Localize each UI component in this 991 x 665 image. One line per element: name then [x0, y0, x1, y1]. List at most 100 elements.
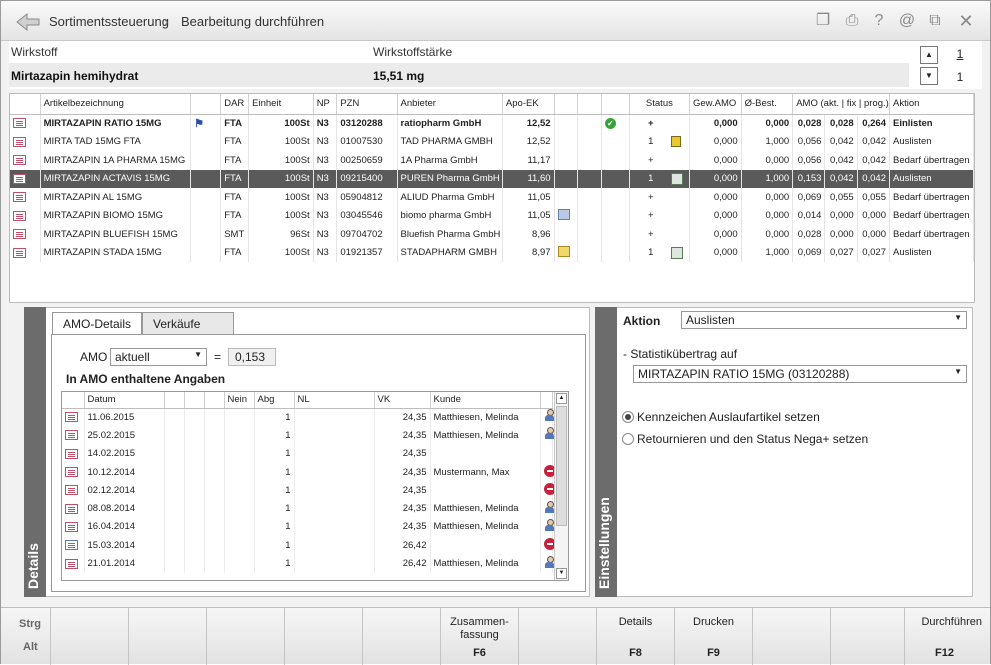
cell-nl: [294, 554, 375, 573]
fkey-f1[interactable]: [51, 608, 129, 665]
cell-abg: 1: [254, 444, 295, 463]
cell-anbieter: ALIUD Pharma GmbH: [397, 188, 503, 207]
cell-extra1: [554, 151, 579, 170]
table-row[interactable]: 25.02.2015 1 24,35 Matthiesen, Melinda: [62, 426, 554, 445]
cell-amo-prog: 0,042: [857, 132, 890, 151]
cell-b: [184, 444, 205, 463]
table-row[interactable]: MIRTAZAPIN 1A PHARMA 15MG FTA 100St N3 00250…: [10, 151, 975, 170]
status-value: +: [648, 210, 654, 222]
scroll-up-icon[interactable]: ▲: [556, 393, 567, 404]
amo-select[interactable]: aktuell ▼: [110, 348, 207, 366]
cell-sale-status: [540, 536, 556, 555]
sales-col-datum[interactable]: Datum: [84, 392, 165, 409]
table-row[interactable]: 15.03.2014 1 26,42: [62, 536, 556, 555]
table-row[interactable]: 21.01.2014 1 26,42 Matthiesen, Melinda: [62, 554, 554, 573]
at-icon[interactable]: @: [897, 11, 917, 31]
cell-apo-ek: 11,60: [502, 169, 555, 188]
radio-retournieren[interactable]: [622, 433, 634, 445]
table-row[interactable]: 11.06.2015 1 24,35 Matthiesen, Melinda: [62, 408, 554, 427]
cell-amo-fix: 0,042: [824, 132, 858, 151]
cell-name: MIRTAZAPIN STADA 15MG: [40, 243, 192, 262]
page-down-button[interactable]: ▼: [920, 67, 938, 85]
cell-name: MIRTAZAPIN BIOMO 15MG: [40, 206, 192, 225]
help-icon[interactable]: ?: [869, 11, 889, 31]
back-arrow-icon[interactable]: [15, 10, 41, 32]
fkey-f10[interactable]: [753, 608, 831, 665]
table-row[interactable]: 02.12.2014 1 24,35: [62, 481, 556, 500]
sales-scrollbar[interactable]: ▲ ▼: [554, 392, 568, 580]
cell-nl: [294, 408, 375, 427]
cell-einheit: 100St: [248, 114, 314, 133]
cell-pzn: 00250659: [336, 151, 398, 170]
cell-extra1: [554, 169, 579, 188]
col-amo[interactable]: AMO (akt. | fix | prog.): [792, 94, 890, 115]
sale-icon-cell: [62, 517, 85, 537]
article-doc-icon: [13, 192, 26, 203]
col-gew-amo[interactable]: Gew.AMO: [689, 94, 742, 115]
cell-c: [204, 499, 225, 518]
cell-name: MIRTAZAPIN 1A PHARMA 15MG: [40, 151, 192, 170]
fkey-f7[interactable]: [519, 608, 597, 665]
col-np[interactable]: NP: [313, 94, 338, 115]
table-row[interactable]: MIRTAZAPIN BLUEFISH 15MG SMT 96St N3 0970470…: [10, 225, 975, 244]
cell-abg: 1: [254, 426, 295, 445]
scroll-down-icon[interactable]: ▼: [556, 568, 567, 579]
col-pzn[interactable]: PZN: [336, 94, 398, 115]
col-anbieter[interactable]: Anbieter: [397, 94, 503, 115]
col-aktion[interactable]: Aktion: [889, 94, 975, 115]
table-row[interactable]: MIRTAZAPIN RATIO 15MG ⚑ FTA 100St N3 03120288…: [10, 114, 975, 133]
cell-extra2: [577, 169, 602, 188]
statistik-select-value: MIRTAZAPIN RATIO 15MG (03120288): [638, 367, 850, 381]
table-row[interactable]: 10.12.2014 1 24,35 Mustermann, Max: [62, 462, 556, 482]
aktion-select[interactable]: Auslisten ▼: [681, 311, 967, 329]
col-einheit[interactable]: Einheit: [248, 94, 314, 115]
staerke-value: 15,51 mg: [373, 69, 425, 83]
fkey-f5[interactable]: [363, 608, 441, 665]
breadcrumb-sortimentssteuerung[interactable]: Sortimentssteuerung: [49, 14, 169, 29]
sales-col-nein[interactable]: Nein: [224, 392, 255, 409]
close-icon[interactable]: ✕: [956, 11, 976, 31]
radio-retournieren-label[interactable]: Retournieren und den Status Nega+ setzen: [637, 432, 868, 446]
fkey-f2[interactable]: [129, 608, 207, 665]
tab-amo-details[interactable]: AMO-Details: [52, 312, 142, 335]
fkey-f11[interactable]: [831, 608, 905, 665]
radio-auslaufartikel-label[interactable]: Kennzeichen Auslaufartikel setzen: [637, 410, 820, 424]
col-dar[interactable]: DAR: [220, 94, 250, 115]
sales-col-vk[interactable]: VK: [374, 392, 431, 409]
article-header-row: Artikelbezeichnung DAR Einheit NP PZN An…: [10, 94, 975, 115]
window-icon[interactable]: ⧉: [925, 11, 945, 31]
fkey-f12-durchfuehren[interactable]: Durchführen F12: [905, 608, 990, 665]
table-row[interactable]: MIRTAZAPIN STADA 15MG FTA 100St N3 01921357 S…: [10, 243, 975, 262]
cell-datum: 10.12.2014: [84, 462, 165, 482]
table-row[interactable]: MIRTAZAPIN BIOMO 15MG FTA 100St N3 03045546 b…: [10, 206, 975, 225]
cell-amo-prog: 0,027: [857, 243, 890, 262]
sales-col-abg[interactable]: Abg: [254, 392, 295, 409]
table-row[interactable]: MIRTAZAPIN AL 15MG FTA 100St N3 05904812 ALIU…: [10, 188, 975, 207]
sales-col-nl[interactable]: NL: [294, 392, 375, 409]
col-status[interactable]: Status: [629, 94, 691, 115]
fkey-f6-zusammenfassung[interactable]: Zusammen-fassung F6: [441, 608, 519, 665]
col-artikelbezeichnung[interactable]: Artikelbezeichnung: [40, 94, 192, 115]
scroll-thumb[interactable]: [556, 406, 567, 526]
cell-a: [164, 408, 185, 427]
table-row[interactable]: 14.02.2015 1 24,35: [62, 444, 553, 463]
sales-col-kunde[interactable]: Kunde: [430, 392, 541, 409]
table-row[interactable]: MIRTA TAD 15MG FTA FTA 100St N3 01007530 TAD …: [10, 132, 975, 151]
article-doc-icon: [13, 229, 26, 240]
col-apo-ek[interactable]: Apo-EK: [502, 94, 555, 115]
print-icon[interactable]: ⎙: [842, 11, 862, 31]
table-row[interactable]: 08.08.2014 1 24,35 Matthiesen, Melinda: [62, 499, 554, 518]
copy-icon[interactable]: ❐: [813, 11, 833, 31]
statistik-select[interactable]: MIRTAZAPIN RATIO 15MG (03120288) ▼: [633, 365, 967, 383]
col-best[interactable]: Ø-Best.: [741, 94, 794, 115]
equals-sign: =: [214, 350, 222, 364]
fkey-f8-details[interactable]: Details F8: [597, 608, 675, 665]
tab-verkaeufe[interactable]: Verkäufe: [142, 312, 234, 334]
table-row[interactable]: MIRTAZAPIN ACTAVIS 15MG FTA 100St N3 0921540…: [10, 169, 975, 188]
radio-auslaufartikel[interactable]: [622, 411, 634, 423]
fkey-f4[interactable]: [285, 608, 363, 665]
table-row[interactable]: 16.04.2014 1 24,35 Matthiesen, Melinda: [62, 517, 554, 537]
fkey-f3[interactable]: [207, 608, 285, 665]
fkey-f9-drucken[interactable]: Drucken F9: [675, 608, 753, 665]
page-up-button[interactable]: ▲: [920, 46, 938, 64]
